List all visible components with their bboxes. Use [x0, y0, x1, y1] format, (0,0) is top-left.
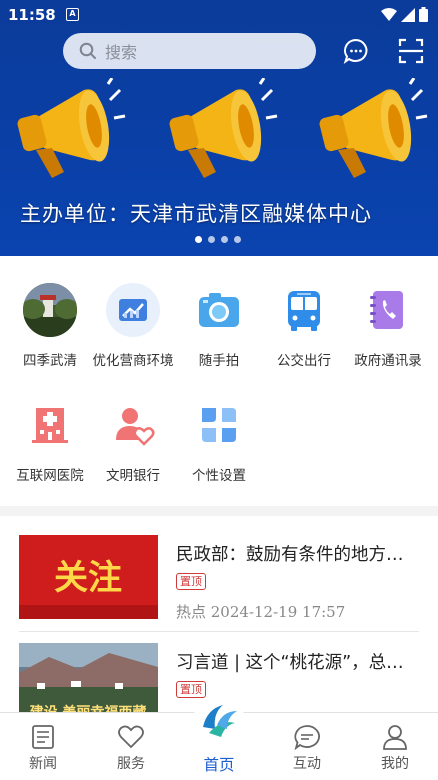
quick-link-label: 随手拍	[198, 353, 240, 369]
tab-label: 首页	[203, 756, 235, 774]
heart-icon	[96, 723, 166, 751]
carousel-dot[interactable]	[234, 236, 241, 243]
banner-caption: 主办单位：天津市武清区融媒体中心	[20, 202, 372, 226]
quick-links-grid: 四季武清 优化营商环境 随手拍 公交出行 政府通讯录 互联网医院 文明银行 个性…	[0, 256, 438, 506]
search-placeholder: 搜索	[105, 43, 138, 62]
pinned-badge: 置顶	[176, 681, 206, 698]
tab-news[interactable]: 新闻	[8, 723, 78, 773]
news-item[interactable]: 关注 民政部：鼓励有条件的地方探索 置顶 热点 2024-12-19 17:57	[19, 535, 420, 625]
carousel-dot[interactable]	[208, 236, 215, 243]
scan-button[interactable]	[396, 36, 426, 66]
quick-link-label: 个性设置	[192, 468, 246, 484]
quick-link-hospital[interactable]: 互联网医院	[6, 398, 94, 484]
wifi-icon	[381, 7, 397, 21]
quick-link-phonebook[interactable]: 政府通讯录	[344, 283, 432, 369]
phonebook-icon	[361, 283, 415, 337]
carousel-dot[interactable]	[221, 236, 228, 243]
tab-label: 我的	[381, 756, 409, 772]
quick-link-civic-bank[interactable]: 文明银行	[89, 398, 177, 484]
news-title: 民政部：鼓励有条件的地方探索	[176, 545, 420, 565]
quick-link-suishoupai[interactable]: 随手拍	[175, 283, 263, 369]
user-icon	[360, 723, 430, 751]
tab-profile[interactable]: 我的	[360, 723, 430, 773]
signal-icon	[401, 7, 415, 22]
chart-icon	[106, 283, 160, 337]
thumbnail-text: 关注	[54, 558, 122, 598]
quick-link-label: 四季武清	[23, 353, 77, 369]
carousel-indicator[interactable]	[195, 236, 241, 243]
news-title: 习言道 | 这个“桃花源”，总书记	[176, 653, 420, 673]
quick-link-label: 互联网医院	[16, 468, 84, 484]
message-icon	[343, 38, 368, 64]
tab-label: 互动	[293, 756, 321, 772]
bus-icon	[277, 283, 331, 337]
grid-icon	[192, 398, 246, 452]
status-time: 11:58	[8, 6, 56, 24]
bottom-tab-bar: 新闻 服务 首页 互动 我的	[0, 695, 438, 780]
megaphone-icon	[17, 78, 126, 178]
chat-icon	[272, 723, 342, 751]
quick-link-sijiwuqing[interactable]: 四季武清	[6, 283, 94, 369]
status-icons	[381, 7, 428, 22]
tab-interaction[interactable]: 互动	[272, 723, 342, 773]
megaphone-icon	[319, 78, 428, 178]
tab-services[interactable]: 服务	[96, 723, 166, 773]
carousel-dot[interactable]	[195, 236, 202, 243]
search-bar[interactable]: 搜索	[63, 33, 316, 69]
home-logo-icon[interactable]	[193, 695, 245, 747]
quick-link-label: 优化营商环境	[92, 353, 174, 369]
quick-link-label: 文明银行	[106, 468, 160, 484]
battery-icon	[419, 7, 428, 22]
notification-icon: A	[66, 8, 79, 21]
user-heart-icon	[106, 398, 160, 452]
hospital-icon	[23, 398, 77, 452]
message-button[interactable]	[341, 36, 371, 66]
news-meta: 热点 2024-12-19 17:57	[176, 603, 346, 621]
quick-link-label: 政府通讯录	[354, 353, 422, 369]
news-thumbnail: 关注	[19, 535, 158, 619]
quick-link-yingshang[interactable]: 优化营商环境	[89, 283, 177, 369]
pinned-badge: 置顶	[176, 573, 206, 590]
news-list: 关注 民政部：鼓励有条件的地方探索 置顶 热点 2024-12-19 17:57…	[0, 516, 438, 727]
megaphone-icon	[169, 78, 278, 178]
photo-thumb-icon	[23, 283, 77, 337]
quick-link-personal-settings[interactable]: 个性设置	[175, 398, 263, 484]
quick-link-label: 公交出行	[277, 353, 331, 369]
news-icon	[8, 723, 78, 751]
divider	[19, 631, 419, 632]
search-icon	[79, 42, 96, 59]
camera-icon	[192, 283, 246, 337]
scan-icon	[398, 38, 424, 64]
banner-image[interactable]	[0, 78, 438, 188]
status-bar: 11:58 A	[0, 0, 438, 30]
tab-label: 服务	[117, 756, 145, 772]
tab-label: 新闻	[29, 756, 57, 772]
banner: 11:58 A 搜索 主办单位：天津市武清区融媒体中心	[0, 0, 438, 256]
quick-link-bus[interactable]: 公交出行	[260, 283, 348, 369]
